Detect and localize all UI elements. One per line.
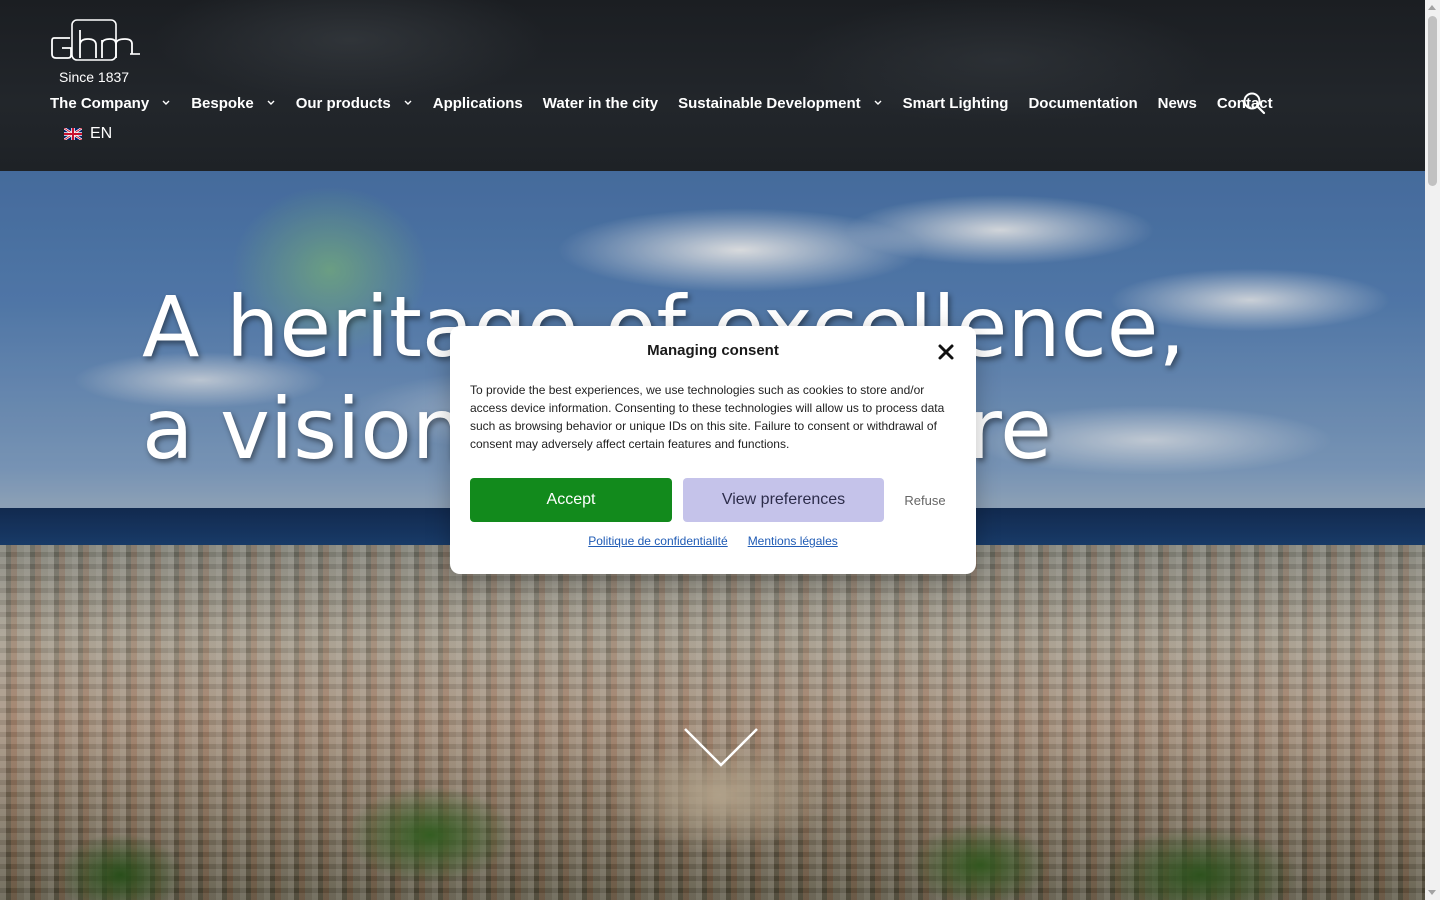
uk-flag-icon: [64, 128, 82, 140]
chevron-down-icon[interactable]: [683, 725, 759, 769]
consent-modal: Managing consent To provide the best exp…: [450, 326, 976, 574]
consent-links: Politique de confidentialité Mentions lé…: [450, 534, 976, 548]
consent-body: To provide the best experiences, we use …: [470, 383, 945, 451]
search-icon[interactable]: [1242, 91, 1266, 115]
nav-item-label: Applications: [432, 94, 523, 112]
nav-item-documentation[interactable]: Documentation: [1028, 95, 1137, 112]
language-switcher[interactable]: EN: [64, 125, 112, 143]
scroll-down-arrow[interactable]: [1428, 890, 1436, 895]
nav-item-applications[interactable]: Applications: [433, 95, 523, 112]
chevron-down-icon: [404, 100, 412, 105]
nav-item-our-products[interactable]: Our products: [296, 95, 413, 112]
main-nav: The Company Bespoke Our products Applica…: [50, 92, 1293, 114]
nav-item-the-company[interactable]: The Company: [50, 95, 171, 112]
nav-item-label: Our products: [295, 94, 391, 112]
refuse-button[interactable]: Refuse: [894, 478, 956, 522]
view-preferences-button[interactable]: View preferences: [683, 478, 884, 522]
nav-item-label: Bespoke: [191, 94, 254, 112]
legal-notice-link[interactable]: Mentions légales: [748, 534, 838, 548]
page: A heritage of excellence, a vision for t…: [0, 0, 1440, 900]
accept-button[interactable]: Accept: [470, 478, 672, 522]
nav-item-water-in-the-city[interactable]: Water in the city: [543, 95, 658, 112]
logo-tagline: Since 1837: [59, 69, 130, 85]
scrollbar-thumb[interactable]: [1428, 16, 1437, 186]
chevron-down-icon: [162, 100, 170, 105]
nav-item-label: The Company: [50, 94, 150, 112]
nav-item-label: Water in the city: [542, 94, 659, 112]
language-code: EN: [90, 125, 113, 142]
nav-item-news[interactable]: News: [1158, 95, 1197, 112]
nav-item-label: Smart Lighting: [902, 94, 1009, 112]
chevron-down-icon: [874, 100, 882, 105]
chevron-down-icon: [267, 100, 275, 105]
nav-item-label: News: [1157, 94, 1197, 112]
nav-item-smart-lighting[interactable]: Smart Lighting: [903, 95, 1009, 112]
scroll-up-arrow[interactable]: [1428, 5, 1436, 10]
consent-title: Managing consent: [647, 342, 779, 359]
close-icon[interactable]: [936, 342, 956, 362]
nav-item-sustainable-development[interactable]: Sustainable Development: [678, 95, 883, 112]
page-scrollbar[interactable]: [1425, 0, 1440, 900]
nav-item-label: Sustainable Development: [678, 94, 861, 112]
nav-item-label: Documentation: [1028, 94, 1138, 112]
nav-item-bespoke[interactable]: Bespoke: [191, 95, 276, 112]
privacy-policy-link[interactable]: Politique de confidentialité: [588, 534, 727, 548]
site-header: Since 1837 The Company Bespoke Our produ…: [0, 0, 1425, 171]
